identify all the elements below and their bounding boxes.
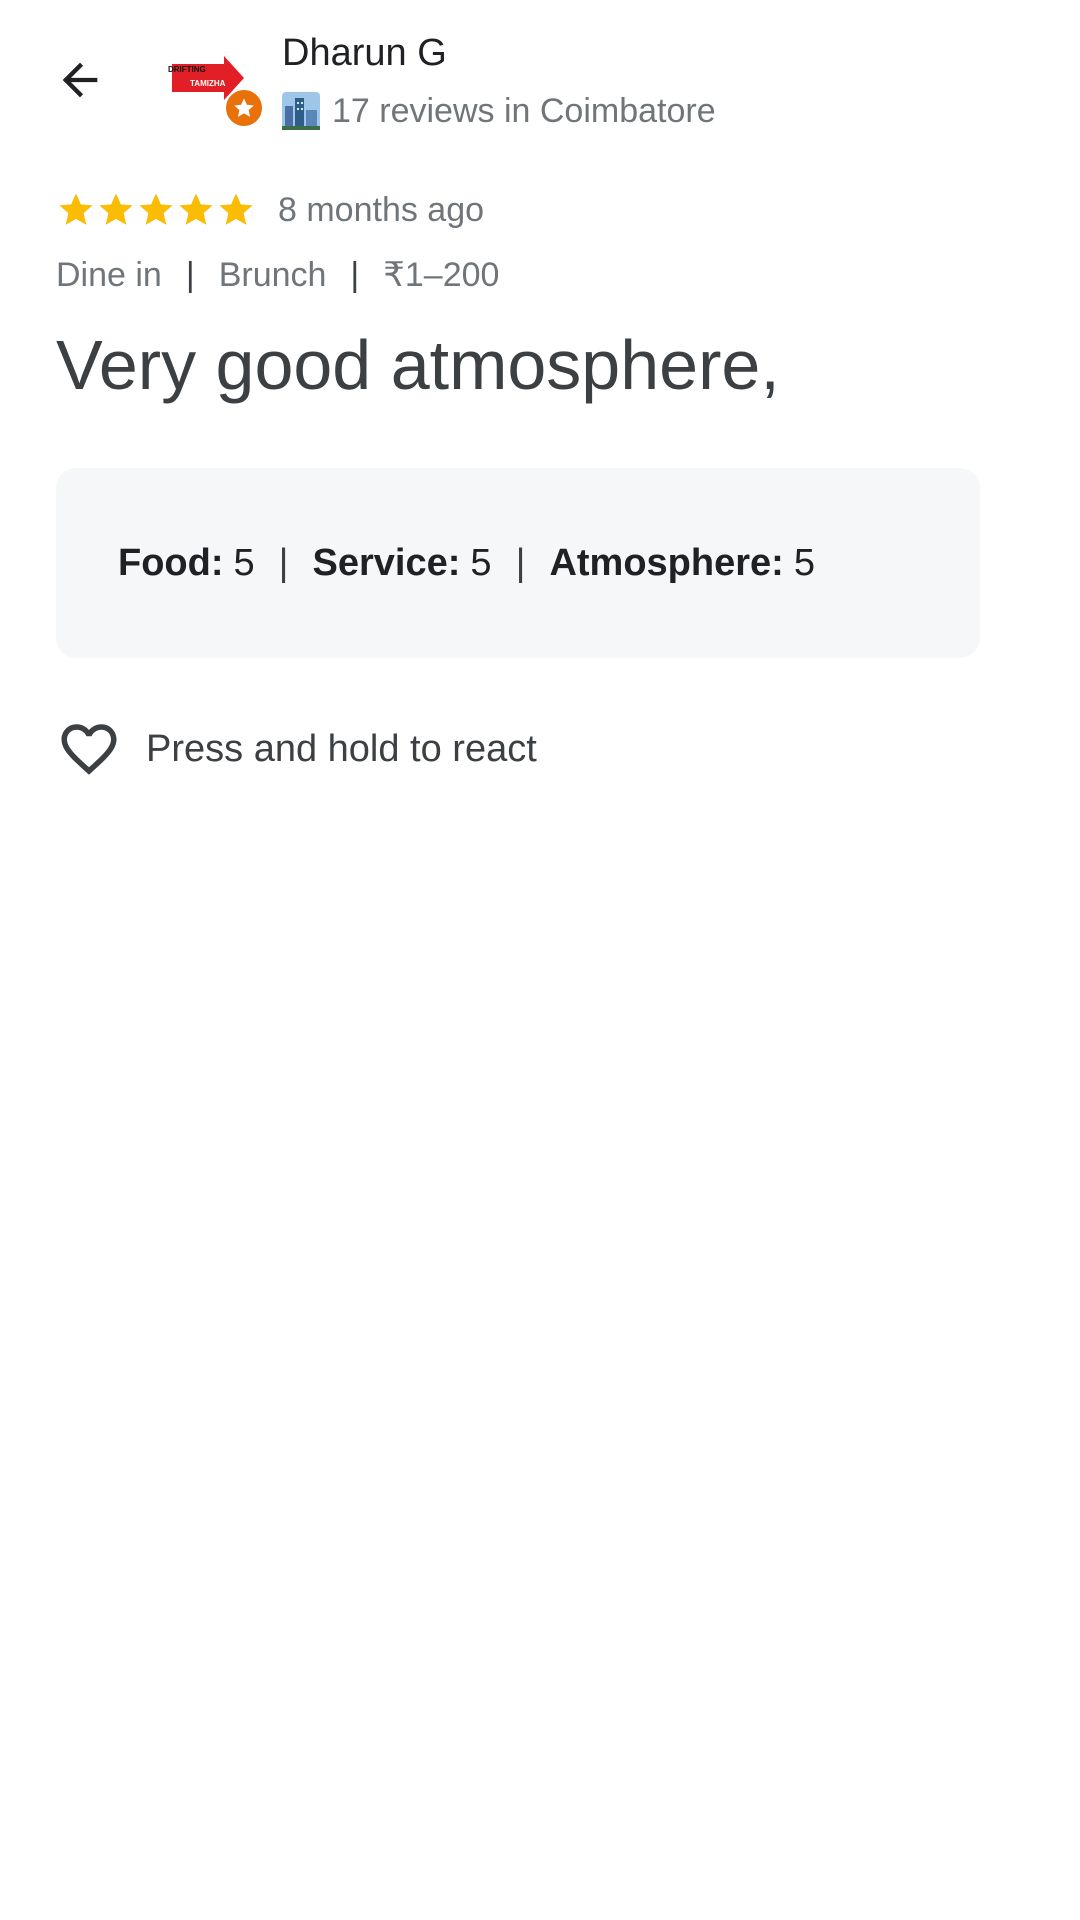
star-rating (56, 190, 256, 230)
rating-separator: | (278, 541, 289, 584)
star-icon (59, 193, 93, 225)
meta-separator: | (350, 255, 360, 294)
back-button[interactable] (40, 40, 120, 120)
star-icon (219, 193, 253, 225)
service-value: 5 (470, 541, 492, 584)
react-label: Press and hold to react (146, 727, 537, 770)
star-icon (234, 98, 254, 117)
heart-outline-icon (61, 724, 117, 775)
meal-type: Brunch (218, 255, 327, 294)
avatar-text-top: DRIFTING (168, 65, 206, 74)
author-reviews-summary: 17 reviews in Coimbatore (282, 88, 716, 134)
star-icon (99, 193, 133, 225)
price-range: ₹1–200 (383, 256, 500, 294)
author-name[interactable]: Dharun G (282, 30, 447, 76)
reviews-summary-text: 17 reviews in Coimbatore (332, 91, 716, 130)
avatar-text-bottom: TAMIZHA (190, 79, 226, 88)
review-text: Very good atmosphere, (56, 326, 780, 404)
review-meta: Dine in | Brunch | ₹1–200 (56, 252, 499, 298)
ratings-line: Food: 5 | Service: 5 | Atmosphere: 5 (118, 538, 815, 588)
food-label: Food: (118, 541, 224, 584)
service-type: Dine in (56, 255, 162, 294)
service-label: Service: (312, 541, 461, 584)
food-value: 5 (233, 541, 255, 584)
rating-separator: | (515, 541, 526, 584)
local-guide-badge (224, 88, 264, 128)
star-icon (179, 193, 213, 225)
review-header: DRIFTING TAMIZHA Dharun G 17 reviews in … (0, 0, 1080, 150)
react-button[interactable]: Press and hold to react (56, 716, 537, 782)
ratings-card: Food: 5 | Service: 5 | Atmosphere: 5 (56, 468, 980, 658)
rating-row: 8 months ago (56, 186, 484, 234)
meta-separator: | (185, 255, 195, 294)
review-time: 8 months ago (278, 190, 485, 229)
atmosphere-value: 5 (793, 541, 815, 584)
city-icon (282, 92, 320, 130)
atmosphere-label: Atmosphere: (549, 541, 784, 584)
star-icon (139, 193, 173, 225)
arrow-left-icon (62, 62, 98, 98)
